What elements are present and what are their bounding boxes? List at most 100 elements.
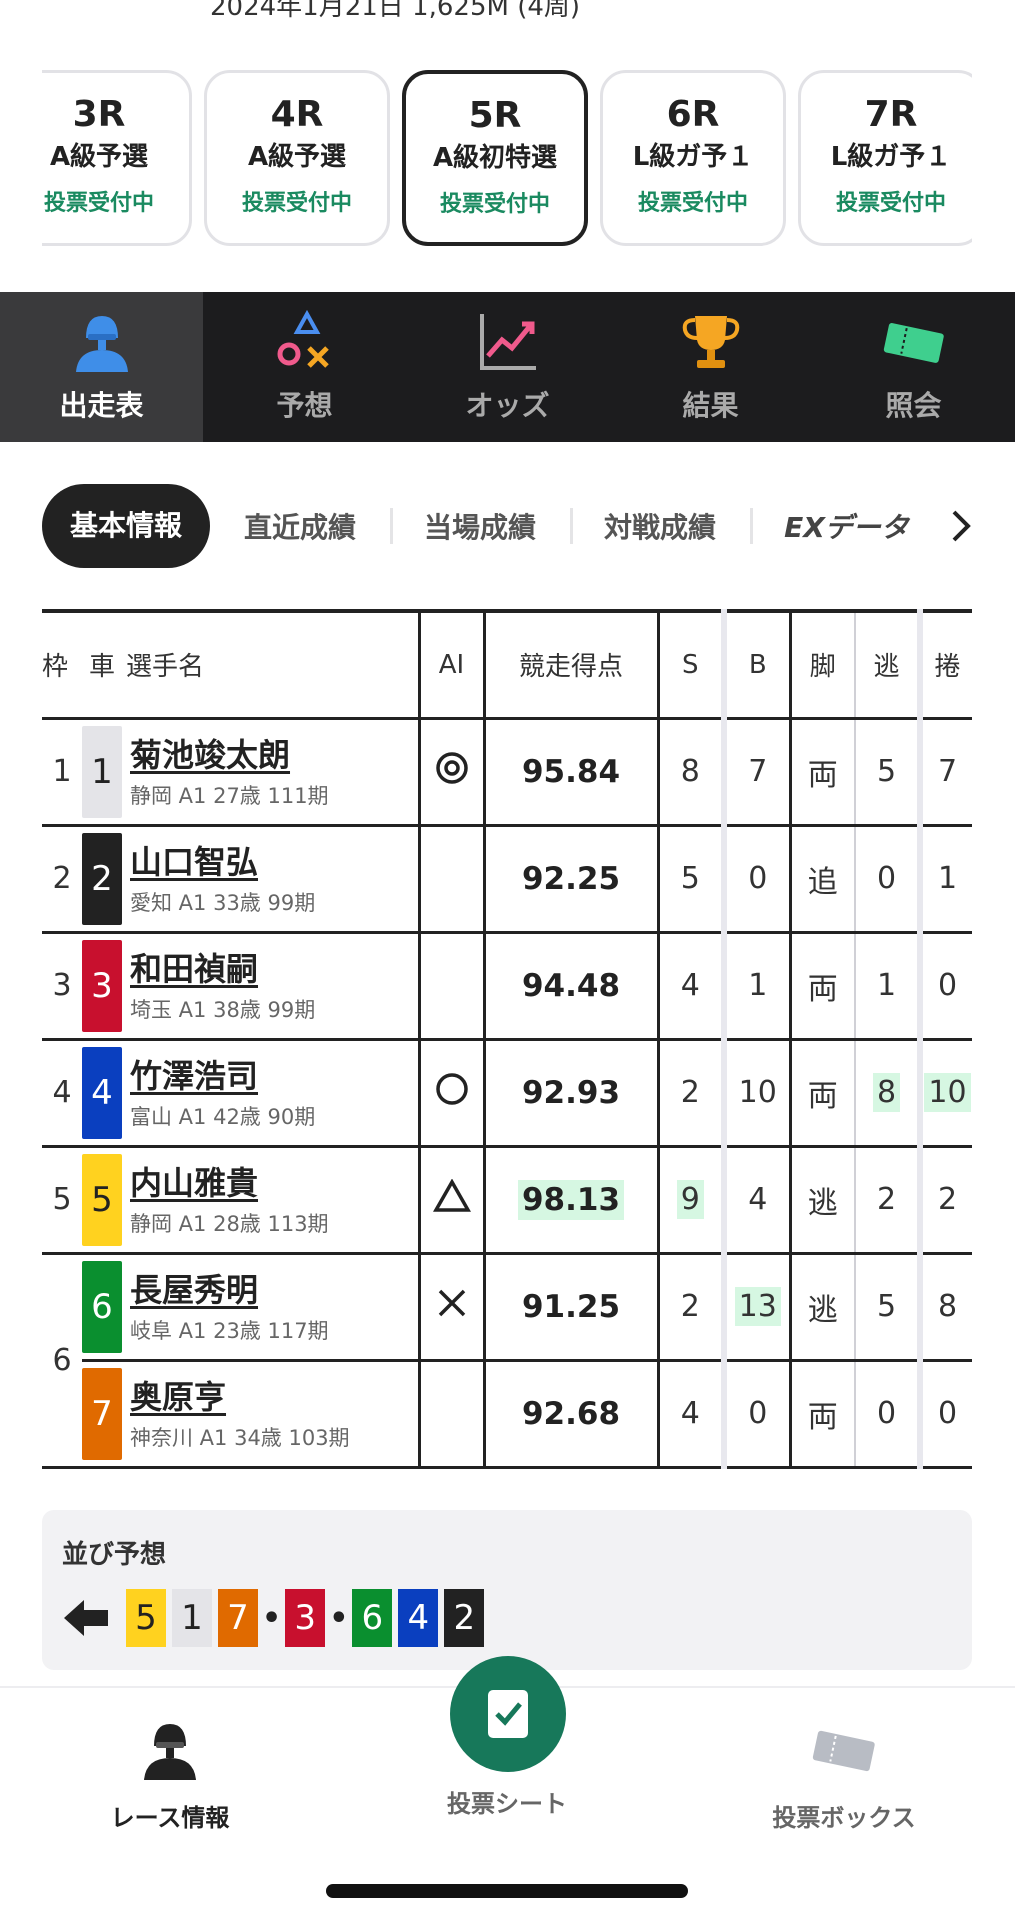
waku-number: 2 — [42, 825, 82, 934]
header-nige: 逃 — [855, 611, 923, 720]
nige-count: 1 — [855, 932, 923, 1041]
bottom-tab-vote-sheet[interactable]: 投票シート — [357, 1784, 657, 1819]
b-count: 13 — [734, 1287, 781, 1326]
ai-mark-cell — [419, 1146, 486, 1255]
leg-type: 両 — [790, 932, 856, 1041]
rider-info: 埼玉 A1 38歳 99期 — [130, 997, 316, 1022]
nav-results[interactable]: 結果 — [609, 292, 812, 442]
nige-count: 5 — [855, 718, 923, 827]
race-status: 投票受付中 — [439, 192, 550, 217]
rider-name-link[interactable]: 長屋秀明 — [130, 1269, 418, 1311]
tab-venue-results[interactable]: 当場成績 — [390, 506, 570, 546]
tab-ex-data[interactable]: EXデータ — [750, 506, 943, 546]
nav-label: 出走表 — [59, 389, 144, 422]
nige-count: 0 — [855, 1360, 923, 1469]
ticket-icon — [812, 1730, 875, 1772]
rider-cell: 内山雅貴 静岡 A1 28歳 113期 — [122, 1146, 421, 1255]
race-tab-7r[interactable]: 7R L級ガ予１ 投票受付中 — [798, 70, 972, 246]
rider-icon — [144, 1724, 196, 1780]
cross-mark-icon — [438, 1289, 465, 1316]
ai-mark-cell — [419, 1360, 486, 1469]
car-number-badge: 6 — [82, 1260, 122, 1353]
car-number-badge: 5 — [82, 1153, 122, 1246]
race-class: A級予選 — [49, 142, 149, 172]
rider-name-link[interactable]: 山口智弘 — [130, 841, 418, 883]
table-row: 7 奥原亨 神奈川 A1 34歳 103期 92.68 4 0 両 0 0 — [42, 1360, 972, 1469]
waku-number: 5 — [42, 1146, 82, 1255]
ai-mark-cell — [419, 718, 486, 827]
nav-label: 結果 — [682, 389, 739, 422]
rider-name-link[interactable]: 和田禎嗣 — [130, 948, 418, 990]
rider-cell: 長屋秀明 岐阜 A1 23歳 117期 — [122, 1253, 421, 1362]
line-car-number: 3 — [285, 1589, 326, 1647]
ai-mark-cell — [419, 825, 486, 934]
nav-inquiry[interactable]: 照会 — [812, 292, 1015, 442]
table-row: 2 2 山口智弘 愛知 A1 33歳 99期 92.25 5 0 追 0 1 — [42, 825, 972, 934]
nav-odds[interactable]: オッズ — [406, 292, 609, 442]
home-indicator[interactable] — [326, 1884, 688, 1898]
header-waku: 枠 — [42, 611, 82, 720]
table-row: 1 1 菊池竣太朗 静岡 A1 27歳 111期 95.84 8 7 両 5 7 — [42, 718, 972, 827]
race-tab-5r[interactable]: 5R A級初特選 投票受付中 — [402, 70, 588, 246]
makuri-count-cell: 10 — [920, 1039, 972, 1148]
bottom-tab-label: 投票ボックス — [772, 1804, 916, 1832]
s-count: 4 — [658, 932, 727, 1041]
rider-cell: 和田禎嗣 埼玉 A1 38歳 99期 — [122, 932, 421, 1041]
race-tab-6r[interactable]: 6R L級ガ予１ 投票受付中 — [600, 70, 786, 246]
makuri-count: 10 — [924, 1073, 971, 1112]
rider-cell: 菊池竣太朗 静岡 A1 27歳 111期 — [122, 718, 421, 827]
race-tab-strip[interactable]: 3R A級予選 投票受付中 4R A級予選 投票受付中 5R A級初特選 投票受… — [42, 70, 972, 250]
line-car-number: 7 — [218, 1589, 258, 1647]
header-car: 車 — [82, 611, 122, 720]
tab-head-to-head[interactable]: 対戦成績 — [570, 506, 750, 546]
entry-table: 枠 車 選手名 AI 競走得点 S B 脚 逃 捲 1 1 菊池竣太朗 静岡 A… — [42, 609, 972, 1469]
leg-type: 追 — [790, 825, 856, 934]
rider-name-link[interactable]: 菊池竣太朗 — [130, 734, 418, 776]
b-count: 7 — [724, 718, 792, 827]
race-class: L級ガ予１ — [830, 142, 952, 172]
ai-mark-cell — [419, 1039, 486, 1148]
table-row: 6 6 長屋秀明 岐阜 A1 23歳 117期 91.25 2 13 逃 5 8 — [42, 1253, 972, 1469]
score-cell: 95.84 — [484, 718, 660, 827]
triangle-mark-icon — [432, 1177, 471, 1212]
tab-recent-results[interactable]: 直近成績 — [210, 506, 390, 546]
chevron-right-icon[interactable] — [946, 504, 976, 548]
ai-mark-cell — [419, 932, 486, 1041]
race-score: 92.25 — [521, 860, 621, 897]
vote-sheet-button[interactable] — [450, 1656, 566, 1772]
race-status: 投票受付中 — [637, 191, 748, 216]
car-cell: 6 — [82, 1253, 122, 1362]
leg-type: 逃 — [790, 1253, 856, 1362]
car-cell: 4 — [82, 1039, 122, 1148]
car-number-badge: 2 — [82, 832, 122, 925]
ai-mark-cell — [419, 1253, 486, 1362]
race-tab-3r[interactable]: 3R A級予選 投票受付中 — [42, 70, 192, 246]
race-number: 7R — [864, 94, 918, 135]
nige-count: 8 — [872, 1073, 901, 1112]
nav-prediction[interactable]: 予想 — [203, 292, 406, 442]
b-count: 1 — [724, 932, 792, 1041]
tab-basic-info[interactable]: 基本情報 — [42, 484, 211, 568]
rider-name-link[interactable]: 内山雅貴 — [130, 1162, 418, 1204]
nav-entry-list[interactable]: 出走表 — [0, 292, 203, 442]
race-tab-4r[interactable]: 4R A級予選 投票受付中 — [204, 70, 390, 246]
ticket-icon — [879, 310, 949, 374]
rider-name-link[interactable]: 奥原亨 — [130, 1376, 418, 1418]
line-separator: • — [329, 1600, 349, 1636]
b-count: 0 — [724, 1360, 792, 1469]
race-score: 95.84 — [521, 753, 621, 790]
bottom-tab-vote-box[interactable]: 投票ボックス — [694, 1718, 994, 1833]
car-cell: 5 — [82, 1146, 122, 1255]
s-count-cell: 9 — [658, 1146, 727, 1255]
header-makuri: 捲 — [920, 611, 972, 720]
race-number: 4R — [270, 94, 324, 135]
waku-number: 3 — [42, 932, 82, 1041]
line-car-number: 5 — [126, 1589, 166, 1647]
nige-count-cell: 8 — [855, 1039, 923, 1148]
rider-name-link[interactable]: 竹澤浩司 — [130, 1055, 418, 1097]
car-cell: 7 — [82, 1360, 122, 1469]
bottom-tab-race-info[interactable]: レース情報 — [20, 1718, 320, 1833]
leg-type: 両 — [790, 718, 856, 827]
makuri-count: 7 — [920, 718, 972, 827]
b-count: 0 — [724, 825, 792, 934]
